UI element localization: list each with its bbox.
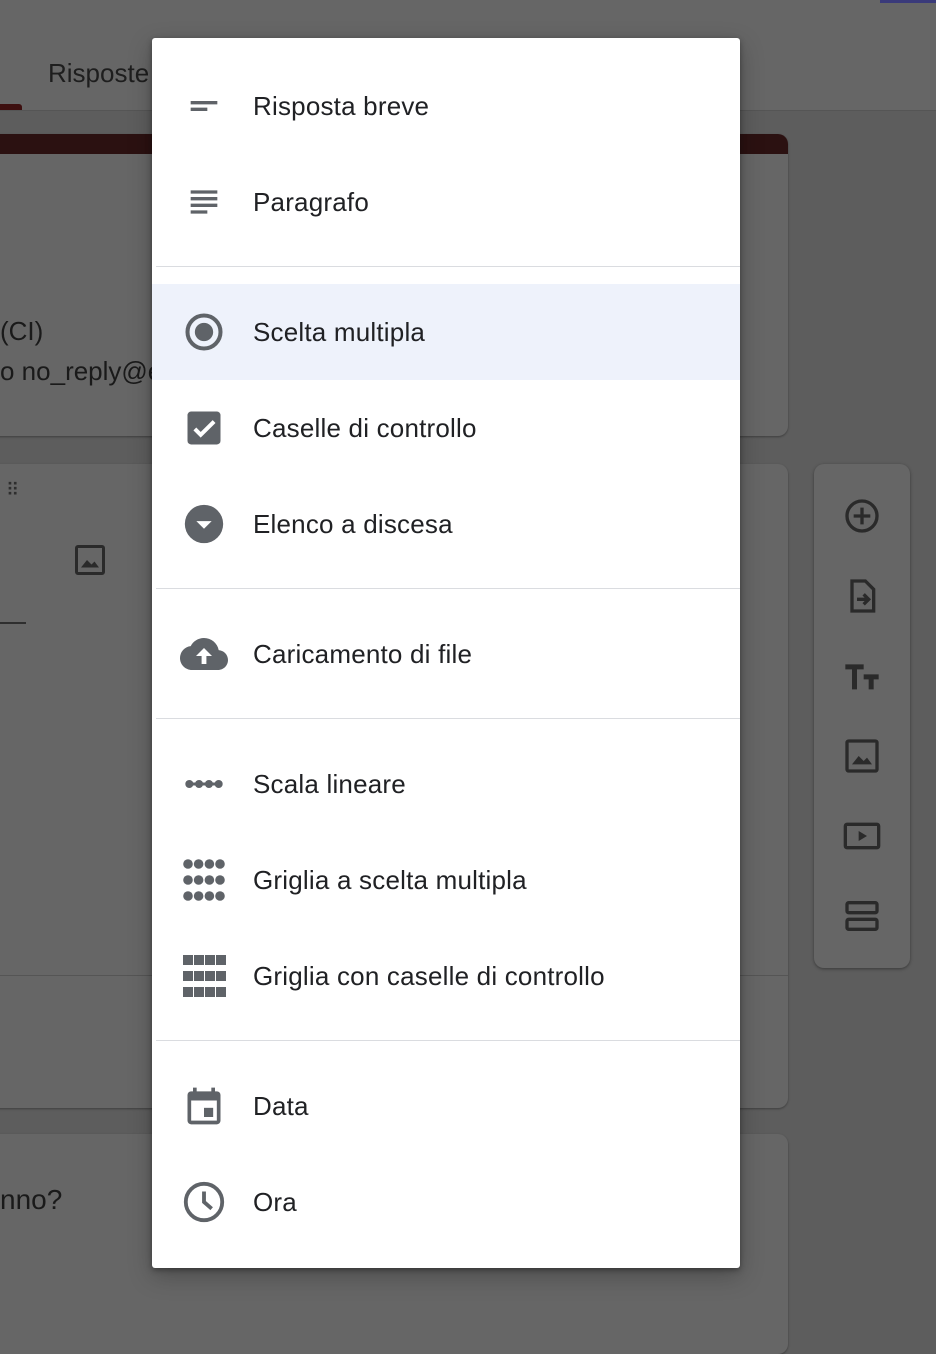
import-questions-icon[interactable] — [842, 576, 882, 616]
menu-item-linear-scale[interactable]: Scala lineare — [152, 736, 740, 832]
multiple-choice-grid-icon — [180, 856, 228, 904]
menu-divider — [156, 718, 740, 719]
menu-item-time[interactable]: Ora — [152, 1154, 740, 1250]
add-image-icon[interactable] — [72, 542, 108, 578]
menu-item-label: Caricamento di file — [253, 638, 473, 669]
menu-divider — [156, 1040, 740, 1041]
image-icon[interactable] — [842, 736, 882, 776]
paragraph-icon — [180, 178, 228, 226]
tab-active-indicator — [0, 104, 22, 110]
menu-item-label: Caselle di controllo — [253, 412, 477, 443]
question-title-underline — [0, 622, 26, 624]
menu-item-checkbox-grid[interactable]: Griglia con caselle di controllo — [152, 928, 740, 1024]
menu-item-paragraph[interactable]: Paragrafo — [152, 154, 740, 250]
menu-item-dropdown[interactable]: Elenco a discesa — [152, 476, 740, 572]
menu-item-label: Griglia con caselle di controllo — [253, 960, 605, 991]
menu-item-label: Risposta breve — [253, 90, 430, 121]
menu-item-label: Data — [253, 1090, 309, 1121]
account-indicator — [880, 0, 936, 3]
cloud-upload-icon — [180, 630, 228, 678]
menu-divider — [156, 588, 740, 589]
menu-item-label: Scelta multipla — [253, 316, 426, 347]
checkbox-icon — [180, 404, 228, 452]
menu-item-label: Griglia a scelta multipla — [253, 864, 527, 895]
section-icon[interactable] — [842, 896, 882, 936]
menu-item-label: Elenco a discesa — [253, 508, 453, 539]
menu-item-multiple-choice-grid[interactable]: Griglia a scelta multipla — [152, 832, 740, 928]
menu-item-label: Ora — [253, 1186, 297, 1217]
menu-item-multiple-choice[interactable]: Scelta multipla — [152, 284, 740, 380]
question-type-menu: Risposta breve Paragrafo Scelta multipla… — [152, 38, 740, 1268]
menu-item-checkboxes[interactable]: Caselle di controllo — [152, 380, 740, 476]
linear-scale-icon — [180, 760, 228, 808]
menu-item-short-answer[interactable]: Risposta breve — [152, 58, 740, 154]
menu-item-label: Scala lineare — [253, 768, 406, 799]
checkbox-grid-icon — [180, 952, 228, 1000]
question-2-title-fragment: nno? — [0, 1184, 63, 1215]
title-text-icon[interactable] — [842, 656, 882, 696]
add-circle-icon[interactable] — [842, 496, 882, 536]
dropdown-icon — [180, 500, 228, 548]
menu-divider — [156, 266, 740, 267]
short-answer-icon — [180, 82, 228, 130]
radio-button-icon — [180, 308, 228, 356]
floating-toolbar — [814, 464, 910, 968]
tab-responses[interactable]: Risposte — [48, 58, 149, 89]
calendar-icon — [180, 1082, 228, 1130]
clock-icon — [180, 1178, 228, 1226]
menu-item-date[interactable]: Data — [152, 1058, 740, 1154]
menu-item-label: Paragrafo — [253, 186, 369, 217]
menu-item-file-upload[interactable]: Caricamento di file — [152, 606, 740, 702]
form-title-fragment: (CI) — [0, 316, 44, 346]
form-email-fragment: o no_reply@e — [0, 356, 163, 386]
drag-handle-icon[interactable]: ⠿ — [6, 480, 21, 501]
video-icon[interactable] — [842, 816, 882, 856]
